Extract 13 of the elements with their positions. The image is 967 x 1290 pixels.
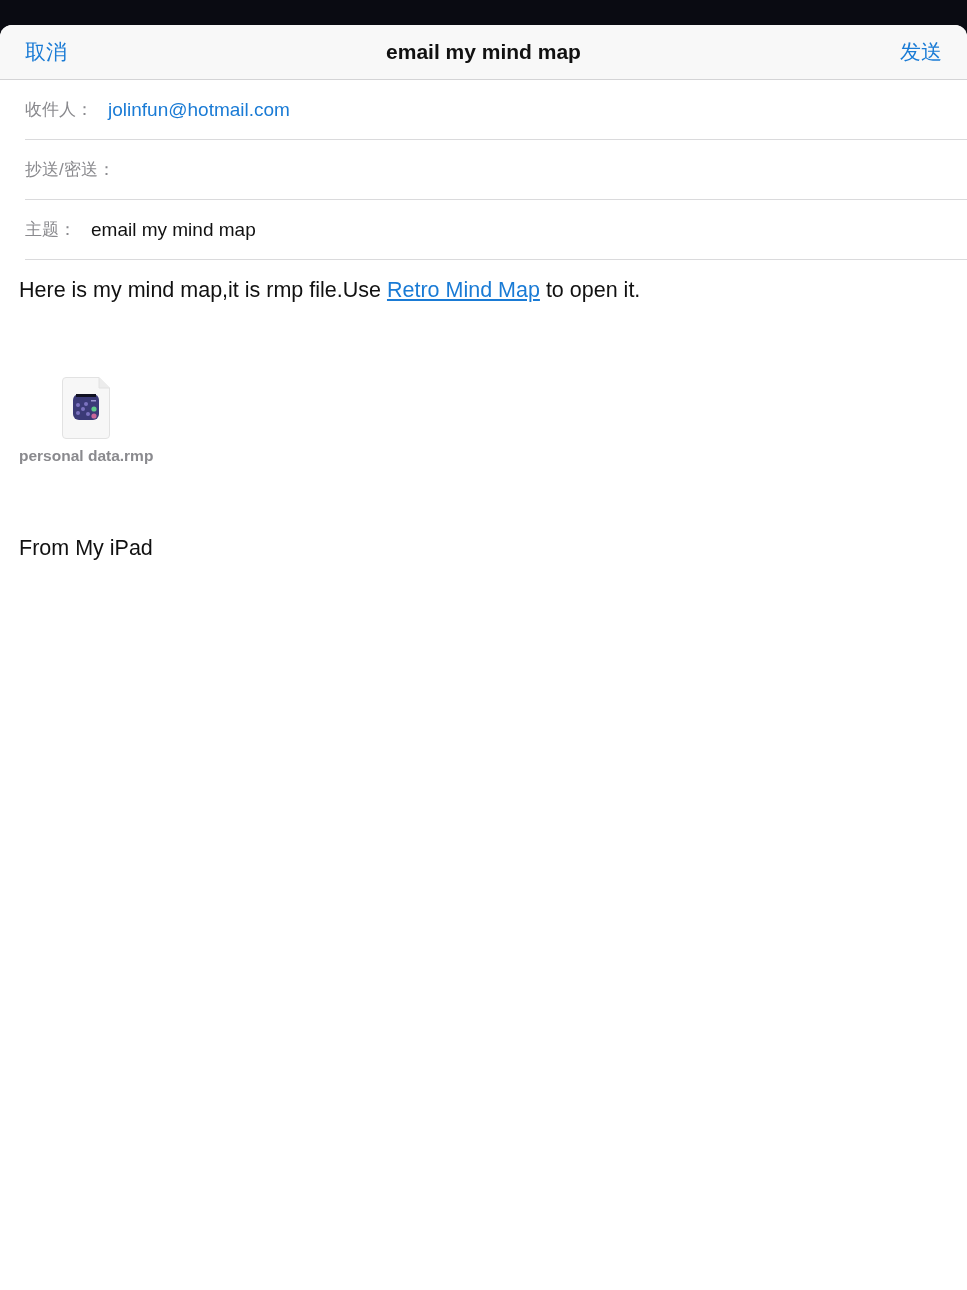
cancel-button[interactable]: 取消 xyxy=(25,38,67,66)
send-button[interactable]: 发送 xyxy=(900,38,942,66)
subject-field[interactable]: email my mind map xyxy=(91,209,967,250)
subject-label: 主题： xyxy=(25,219,76,241)
window-title: email my mind map xyxy=(386,40,581,64)
recipient-label: 收件人： xyxy=(25,99,93,121)
message-text: Here is my mind map,it is rmp file.Use Retro Mind Map to open it. xyxy=(19,277,642,303)
signature-text: From My iPad xyxy=(19,535,154,561)
file-icon[interactable] xyxy=(62,377,111,439)
app-link[interactable]: Retro Mind Map xyxy=(386,278,540,302)
recipient-field[interactable]: jolinfun@hotmail.com xyxy=(108,89,967,130)
cc-bcc-label: 抄送/密送： xyxy=(25,159,115,181)
attachment-filename[interactable]: personal data.rmp xyxy=(19,447,154,465)
